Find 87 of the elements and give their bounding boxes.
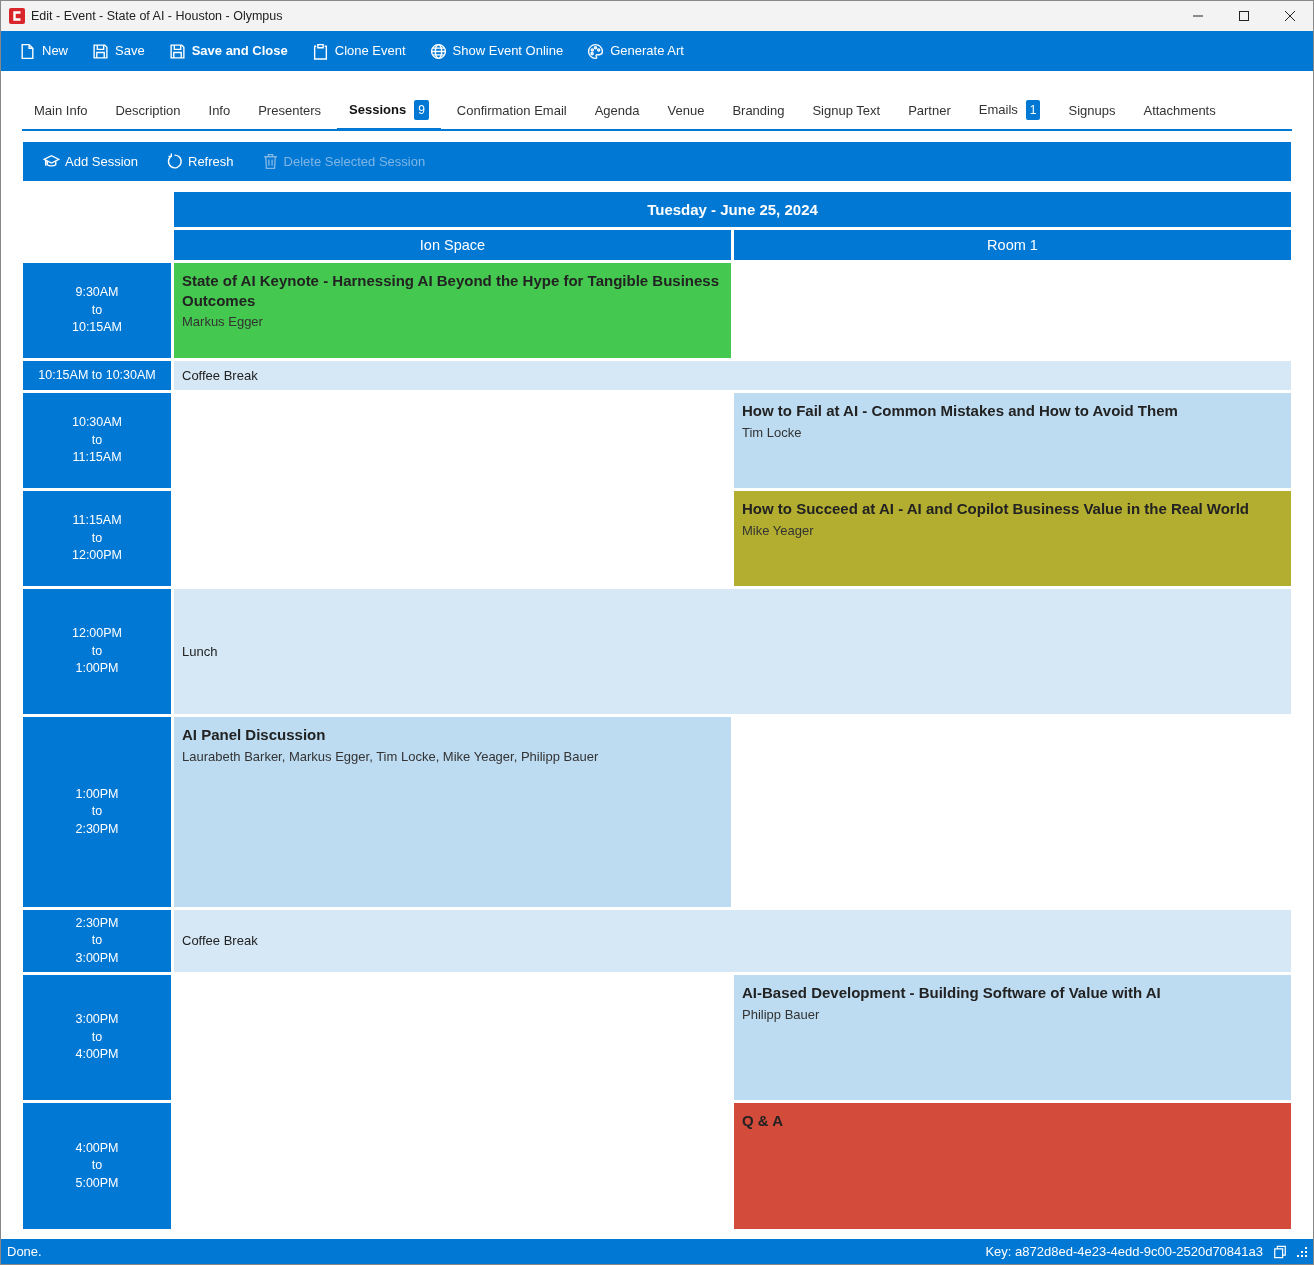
session-title: State of AI Keynote - Harnessing AI Beyond the Hype for Tangible Business Outcomes — [182, 271, 721, 310]
copy-icon[interactable] — [1273, 1244, 1287, 1259]
toolbar-button[interactable]: New — [15, 37, 80, 65]
count-badge: 1 — [1025, 100, 1041, 120]
toolbar-button[interactable]: Show Event Online — [425, 37, 576, 65]
session-card[interactable]: AI Panel Discussion Laurabeth Barker, Markus Egger, Tim Locke, Mike Yeager, Philipp Bauer — [174, 717, 731, 907]
time-label: 1:00PM — [75, 660, 119, 678]
tab[interactable]: Agenda — [582, 100, 652, 131]
time-label: 1:00PM — [75, 785, 119, 803]
globe-icon — [429, 42, 447, 60]
count-badge: 9 — [414, 100, 429, 120]
time-label: 3:00PM — [75, 949, 119, 967]
toolbar-button[interactable]: Save — [88, 37, 157, 65]
session-title: Q & A — [742, 1111, 785, 1131]
session-card[interactable]: How to Succeed at AI - AI and Copilot Business Value in the Real World Mike Yeager — [734, 491, 1291, 586]
save-icon — [168, 42, 186, 60]
session-title: How to Succeed at AI - AI and Copilot Business Value in the Real World — [742, 499, 1251, 519]
palette-icon — [587, 42, 605, 60]
document-icon — [19, 42, 36, 60]
session-card[interactable]: How to Fail at AI - Common Mistakes and How to Avoid Them Tim Locke — [734, 393, 1291, 488]
toolbar-button[interactable]: Refresh — [158, 147, 242, 176]
toolbar-button[interactable]: Generate Art — [583, 37, 696, 65]
tab[interactable]: Venue — [655, 100, 717, 131]
session-card[interactable]: Q & A — [734, 1103, 1291, 1229]
break-label: Coffee Break — [182, 366, 258, 385]
tab[interactable]: Main Info — [22, 100, 100, 131]
time-label: 4:00PM — [75, 1046, 119, 1064]
session-card[interactable]: State of AI Keynote - Harnessing AI Beyond the Hype for Tangible Business Outcomes Markus Egger — [174, 263, 731, 358]
time-label: 2:30PM — [75, 914, 119, 932]
time-label: to — [91, 301, 103, 319]
break-label: Coffee Break — [182, 932, 258, 951]
session-presenters: Laurabeth Barker, Markus Egger, Tim Locke, Mike Yeager, Philipp Bauer — [182, 747, 600, 766]
tab[interactable]: Signup Text — [800, 100, 893, 131]
status-message: Done. — [7, 1242, 42, 1261]
toolbar-button[interactable]: Save and Close — [164, 37, 300, 65]
session-presenters: Markus Egger — [182, 313, 264, 331]
time-label: 4:00PM — [75, 1139, 119, 1157]
time-label: 12:00PM — [72, 625, 122, 643]
time-label: to — [91, 529, 103, 547]
save-icon — [92, 42, 109, 60]
toolbar-button[interactable]: Add Session — [35, 147, 146, 176]
room-header: Ion Space — [174, 230, 731, 260]
tab[interactable]: Info — [196, 100, 243, 131]
window-title: Edit - Event - State of AI - Houston - Olympus — [31, 7, 283, 25]
tab[interactable]: Presenters — [246, 100, 334, 131]
room-header: Room 1 — [734, 230, 1291, 260]
time-label: 9:30AM — [75, 284, 119, 302]
session-card[interactable]: AI-Based Development - Building Software of Value with AI Philipp Bauer — [734, 975, 1291, 1100]
time-label: 12:00PM — [72, 547, 122, 565]
time-label: 2:30PM — [75, 820, 119, 838]
graduation-cap-icon — [43, 153, 60, 170]
refresh-icon — [166, 153, 183, 170]
resize-grip-icon[interactable] — [1297, 1246, 1307, 1257]
tab[interactable]: Signups — [1056, 100, 1128, 131]
tab[interactable]: Confirmation Email — [444, 100, 579, 131]
session-title: How to Fail at AI - Common Mistakes and How to Avoid Them — [742, 401, 1179, 421]
time-label: to — [91, 431, 103, 449]
time-label: 5:00PM — [75, 1174, 119, 1192]
session-presenters: Philipp Bauer — [742, 1005, 821, 1024]
tab[interactable]: Sessions 9 — [337, 100, 441, 131]
tab[interactable]: Branding — [720, 100, 797, 131]
time-label: 11:15AM — [72, 449, 122, 467]
session-presenters: Tim Locke — [742, 423, 803, 442]
time-label: 11:15AM — [72, 512, 122, 530]
tab[interactable]: Attachments — [1131, 100, 1228, 131]
time-label: to — [91, 803, 103, 821]
time-label: to — [91, 1157, 103, 1175]
time-label: 3:00PM — [75, 1011, 119, 1029]
time-label: to — [91, 1028, 103, 1046]
time-label: 10:15AM — [72, 319, 122, 337]
session-title: AI-Based Development - Building Software of Value with AI — [742, 983, 1162, 1003]
clipboard-icon — [311, 42, 329, 60]
record-key: Key: a872d8ed-4e23-4edd-9c00-2520d70841a3 — [985, 1241, 1263, 1262]
tab[interactable]: Partner — [896, 100, 963, 131]
tab[interactable]: Description — [103, 100, 193, 131]
time-label: 10:30AM — [72, 414, 122, 432]
tab[interactable]: Emails 1 — [966, 100, 1053, 131]
time-label: to — [91, 932, 103, 950]
session-title: AI Panel Discussion — [182, 725, 327, 745]
session-presenters: Mike Yeager — [742, 521, 815, 540]
trash-icon — [261, 153, 279, 170]
break-label: Lunch — [182, 642, 218, 661]
date-header: Tuesday - June 25, 2024 — [174, 192, 1291, 227]
time-label: to — [91, 642, 103, 660]
time-label: 10:15AM to 10:30AM — [38, 366, 156, 384]
toolbar-button[interactable]: Clone Event — [307, 37, 418, 65]
app-logo-icon — [9, 8, 25, 24]
